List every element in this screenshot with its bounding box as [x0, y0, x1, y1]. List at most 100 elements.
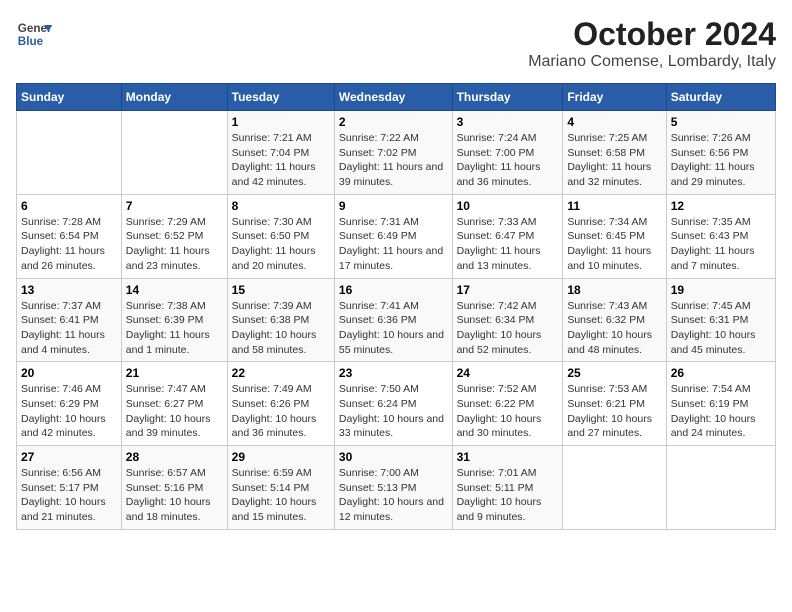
day-info: Sunrise: 7:49 AMSunset: 6:26 PMDaylight:… [232, 382, 330, 441]
calendar-table: SundayMondayTuesdayWednesdayThursdayFrid… [16, 83, 776, 530]
day-info: Sunrise: 7:45 AMSunset: 6:31 PMDaylight:… [671, 299, 771, 358]
column-header-friday: Friday [563, 84, 666, 111]
day-info: Sunrise: 7:35 AMSunset: 6:43 PMDaylight:… [671, 215, 771, 274]
day-cell: 14 Sunrise: 7:38 AMSunset: 6:39 PMDayligh… [121, 278, 227, 362]
day-number: 14 [126, 283, 223, 297]
day-number: 6 [21, 199, 117, 213]
day-info: Sunrise: 7:38 AMSunset: 6:39 PMDaylight:… [126, 299, 223, 358]
day-info: Sunrise: 7:52 AMSunset: 6:22 PMDaylight:… [457, 382, 559, 441]
week-row-2: 6 Sunrise: 7:28 AMSunset: 6:54 PMDaylight… [17, 194, 776, 278]
day-info: Sunrise: 7:39 AMSunset: 6:38 PMDaylight:… [232, 299, 330, 358]
day-cell: 16Sunrise: 7:41 AMSunset: 6:36 PMDayligh… [334, 278, 452, 362]
day-cell [121, 111, 227, 195]
day-cell: 12 Sunrise: 7:35 AMSunset: 6:43 PMDayligh… [666, 194, 775, 278]
day-info: Sunrise: 7:42 AMSunset: 6:34 PMDaylight:… [457, 299, 559, 358]
day-number: 10 [457, 199, 559, 213]
day-number: 28 [126, 450, 223, 464]
day-info: Sunrise: 7:26 AMSunset: 6:56 PMDaylight:… [671, 131, 771, 190]
day-info: Sunrise: 6:57 AMSunset: 5:16 PMDaylight:… [126, 466, 223, 525]
day-info: Sunrise: 7:25 AMSunset: 6:58 PMDaylight:… [567, 131, 661, 190]
day-number: 30 [339, 450, 448, 464]
day-info: Sunrise: 6:56 AMSunset: 5:17 PMDaylight:… [21, 466, 117, 525]
day-info: Sunrise: 7:31 AMSunset: 6:49 PMDaylight:… [339, 215, 448, 274]
day-number: 29 [232, 450, 330, 464]
day-cell: 13Sunrise: 7:37 AMSunset: 6:41 PMDayligh… [17, 278, 122, 362]
header: General Blue October 2024 Mariano Comens… [16, 16, 776, 71]
week-row-3: 13Sunrise: 7:37 AMSunset: 6:41 PMDayligh… [17, 278, 776, 362]
day-number: 21 [126, 366, 223, 380]
month-title: October 2024 [528, 16, 776, 53]
day-cell: 19 Sunrise: 7:45 AMSunset: 6:31 PMDayligh… [666, 278, 775, 362]
day-info: Sunrise: 7:30 AMSunset: 6:50 PMDaylight:… [232, 215, 330, 274]
day-cell: 27 Sunrise: 6:56 AMSunset: 5:17 PMDayligh… [17, 446, 122, 530]
day-info: Sunrise: 7:50 AMSunset: 6:24 PMDaylight:… [339, 382, 448, 441]
day-cell: 15 Sunrise: 7:39 AMSunset: 6:38 PMDayligh… [227, 278, 334, 362]
day-info: Sunrise: 7:46 AMSunset: 6:29 PMDaylight:… [21, 382, 117, 441]
day-cell: 30 Sunrise: 7:00 AMSunset: 5:13 PMDayligh… [334, 446, 452, 530]
day-cell: 24Sunrise: 7:52 AMSunset: 6:22 PMDayligh… [452, 362, 563, 446]
day-number: 2 [339, 115, 448, 129]
day-cell: 29 Sunrise: 6:59 AMSunset: 5:14 PMDayligh… [227, 446, 334, 530]
day-cell: 20 Sunrise: 7:46 AMSunset: 6:29 PMDayligh… [17, 362, 122, 446]
day-info: Sunrise: 7:53 AMSunset: 6:21 PMDaylight:… [567, 382, 661, 441]
day-number: 5 [671, 115, 771, 129]
day-number: 3 [457, 115, 559, 129]
day-cell: 6 Sunrise: 7:28 AMSunset: 6:54 PMDaylight… [17, 194, 122, 278]
day-info: Sunrise: 7:29 AMSunset: 6:52 PMDaylight:… [126, 215, 223, 274]
day-number: 7 [126, 199, 223, 213]
day-info: Sunrise: 7:00 AMSunset: 5:13 PMDaylight:… [339, 466, 448, 525]
location-subtitle: Mariano Comense, Lombardy, Italy [528, 53, 776, 71]
day-number: 12 [671, 199, 771, 213]
day-number: 18 [567, 283, 661, 297]
day-number: 27 [21, 450, 117, 464]
day-cell: 22 Sunrise: 7:49 AMSunset: 6:26 PMDayligh… [227, 362, 334, 446]
day-info: Sunrise: 7:01 AMSunset: 5:11 PMDaylight:… [457, 466, 559, 525]
day-number: 23 [339, 366, 448, 380]
day-info: Sunrise: 7:21 AMSunset: 7:04 PMDaylight:… [232, 131, 330, 190]
day-info: Sunrise: 7:43 AMSunset: 6:32 PMDaylight:… [567, 299, 661, 358]
day-number: 20 [21, 366, 117, 380]
column-header-thursday: Thursday [452, 84, 563, 111]
day-number: 31 [457, 450, 559, 464]
day-cell: 9 Sunrise: 7:31 AMSunset: 6:49 PMDaylight… [334, 194, 452, 278]
day-cell: 7 Sunrise: 7:29 AMSunset: 6:52 PMDaylight… [121, 194, 227, 278]
day-cell: 23 Sunrise: 7:50 AMSunset: 6:24 PMDayligh… [334, 362, 452, 446]
day-cell: 8 Sunrise: 7:30 AMSunset: 6:50 PMDaylight… [227, 194, 334, 278]
day-cell: 25Sunrise: 7:53 AMSunset: 6:21 PMDayligh… [563, 362, 666, 446]
day-number: 8 [232, 199, 330, 213]
day-number: 22 [232, 366, 330, 380]
day-info: Sunrise: 7:54 AMSunset: 6:19 PMDaylight:… [671, 382, 771, 441]
logo: General Blue [16, 16, 56, 52]
day-info: Sunrise: 7:33 AMSunset: 6:47 PMDaylight:… [457, 215, 559, 274]
day-info: Sunrise: 6:59 AMSunset: 5:14 PMDaylight:… [232, 466, 330, 525]
week-row-4: 20 Sunrise: 7:46 AMSunset: 6:29 PMDayligh… [17, 362, 776, 446]
day-cell: 1Sunrise: 7:21 AMSunset: 7:04 PMDaylight… [227, 111, 334, 195]
day-cell: 28 Sunrise: 6:57 AMSunset: 5:16 PMDayligh… [121, 446, 227, 530]
day-number: 11 [567, 199, 661, 213]
day-info: Sunrise: 7:34 AMSunset: 6:45 PMDaylight:… [567, 215, 661, 274]
day-cell [666, 446, 775, 530]
day-info: Sunrise: 7:24 AMSunset: 7:00 PMDaylight:… [457, 131, 559, 190]
day-cell: 26Sunrise: 7:54 AMSunset: 6:19 PMDayligh… [666, 362, 775, 446]
day-info: Sunrise: 7:22 AMSunset: 7:02 PMDaylight:… [339, 131, 448, 190]
calendar-header-row: SundayMondayTuesdayWednesdayThursdayFrid… [17, 84, 776, 111]
day-number: 19 [671, 283, 771, 297]
day-cell: 21 Sunrise: 7:47 AMSunset: 6:27 PMDayligh… [121, 362, 227, 446]
title-block: October 2024 Mariano Comense, Lombardy, … [528, 16, 776, 71]
day-number: 9 [339, 199, 448, 213]
day-cell: 2 Sunrise: 7:22 AMSunset: 7:02 PMDaylight… [334, 111, 452, 195]
day-cell [17, 111, 122, 195]
logo-icon: General Blue [16, 16, 52, 52]
day-cell: 10 Sunrise: 7:33 AMSunset: 6:47 PMDayligh… [452, 194, 563, 278]
week-row-1: 1Sunrise: 7:21 AMSunset: 7:04 PMDaylight… [17, 111, 776, 195]
column-header-saturday: Saturday [666, 84, 775, 111]
day-info: Sunrise: 7:28 AMSunset: 6:54 PMDaylight:… [21, 215, 117, 274]
day-info: Sunrise: 7:47 AMSunset: 6:27 PMDaylight:… [126, 382, 223, 441]
day-cell: 31 Sunrise: 7:01 AMSunset: 5:11 PMDayligh… [452, 446, 563, 530]
day-cell [563, 446, 666, 530]
svg-text:Blue: Blue [18, 35, 44, 48]
day-cell: 17Sunrise: 7:42 AMSunset: 6:34 PMDayligh… [452, 278, 563, 362]
day-info: Sunrise: 7:41 AMSunset: 6:36 PMDaylight:… [339, 299, 448, 358]
day-number: 15 [232, 283, 330, 297]
day-cell: 5 Sunrise: 7:26 AMSunset: 6:56 PMDaylight… [666, 111, 775, 195]
